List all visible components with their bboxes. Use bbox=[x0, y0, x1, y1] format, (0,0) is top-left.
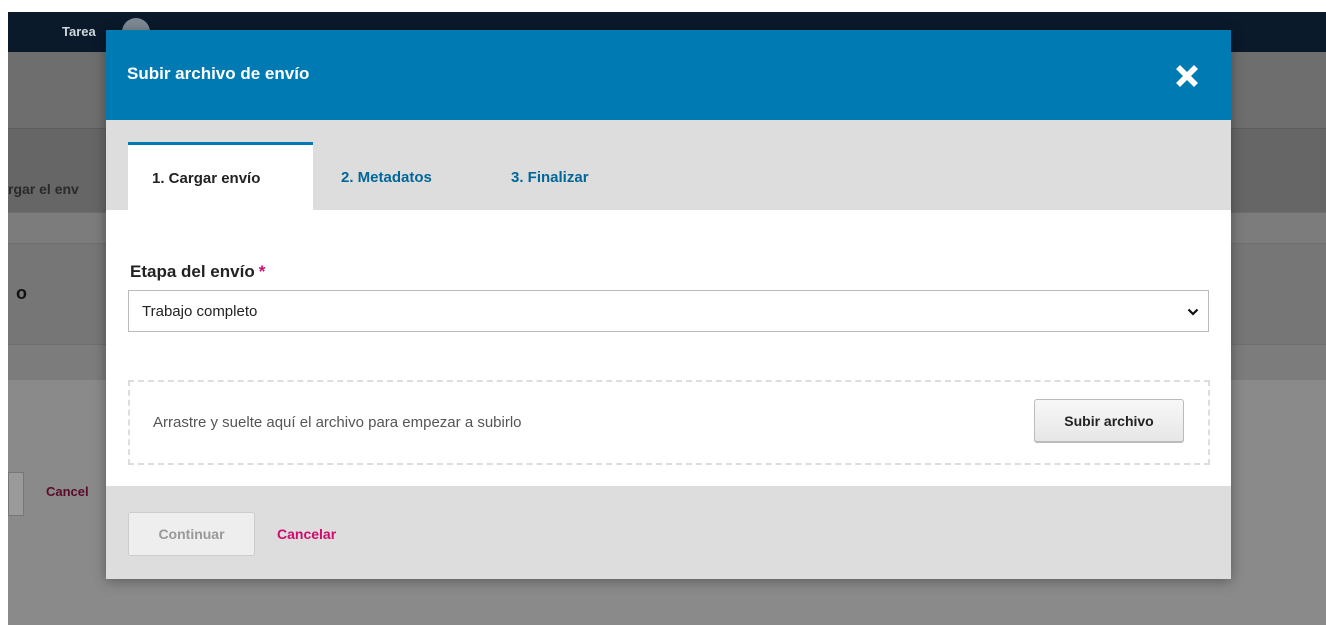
tab-label: 3. Finalizar bbox=[511, 169, 589, 186]
tab-upload-submission[interactable]: 1. Cargar envío bbox=[128, 142, 313, 210]
background-task-label: Tarea bbox=[62, 24, 96, 39]
upload-submission-modal: Subir archivo de envío 1. Cargar envío 2… bbox=[106, 30, 1231, 579]
modal-footer: Continuar Cancelar bbox=[106, 486, 1231, 579]
stage-select-value: Trabajo completo bbox=[142, 303, 258, 320]
file-dropzone[interactable]: Arrastre y suelte aquí el archivo para e… bbox=[128, 380, 1210, 465]
stage-label-text: Etapa del envío bbox=[130, 262, 255, 281]
required-marker: * bbox=[258, 262, 266, 281]
stage-field-label: Etapa del envío * bbox=[130, 262, 265, 282]
tab-label: 2. Metadatos bbox=[341, 169, 432, 186]
tab-finish[interactable]: 3. Finalizar bbox=[483, 142, 603, 210]
continue-button[interactable]: Continuar bbox=[128, 512, 255, 556]
chevron-down-icon bbox=[1187, 308, 1199, 316]
tab-metadata[interactable]: 2. Metadatos bbox=[313, 142, 473, 210]
background-cancel-link: Cancel bbox=[46, 484, 89, 499]
cancel-link[interactable]: Cancelar bbox=[277, 526, 336, 542]
modal-body: Etapa del envío * Trabajo completo Arrast… bbox=[106, 210, 1231, 486]
upload-file-button[interactable]: Subir archivo bbox=[1034, 399, 1184, 443]
background-button bbox=[8, 472, 24, 516]
dropzone-hint: Arrastre y suelte aquí el archivo para e… bbox=[153, 414, 522, 431]
stage-select[interactable]: Trabajo completo bbox=[128, 290, 1209, 332]
modal-tabs: 1. Cargar envío 2. Metadatos 3. Finaliza… bbox=[106, 120, 1231, 210]
modal-header: Subir archivo de envío bbox=[106, 30, 1231, 120]
background-heading: o bbox=[16, 283, 27, 303]
background-tab-label: rgar el env bbox=[8, 181, 79, 197]
close-icon[interactable] bbox=[1171, 60, 1203, 92]
modal-title: Subir archivo de envío bbox=[127, 64, 310, 83]
tab-label: 1. Cargar envío bbox=[152, 170, 261, 187]
